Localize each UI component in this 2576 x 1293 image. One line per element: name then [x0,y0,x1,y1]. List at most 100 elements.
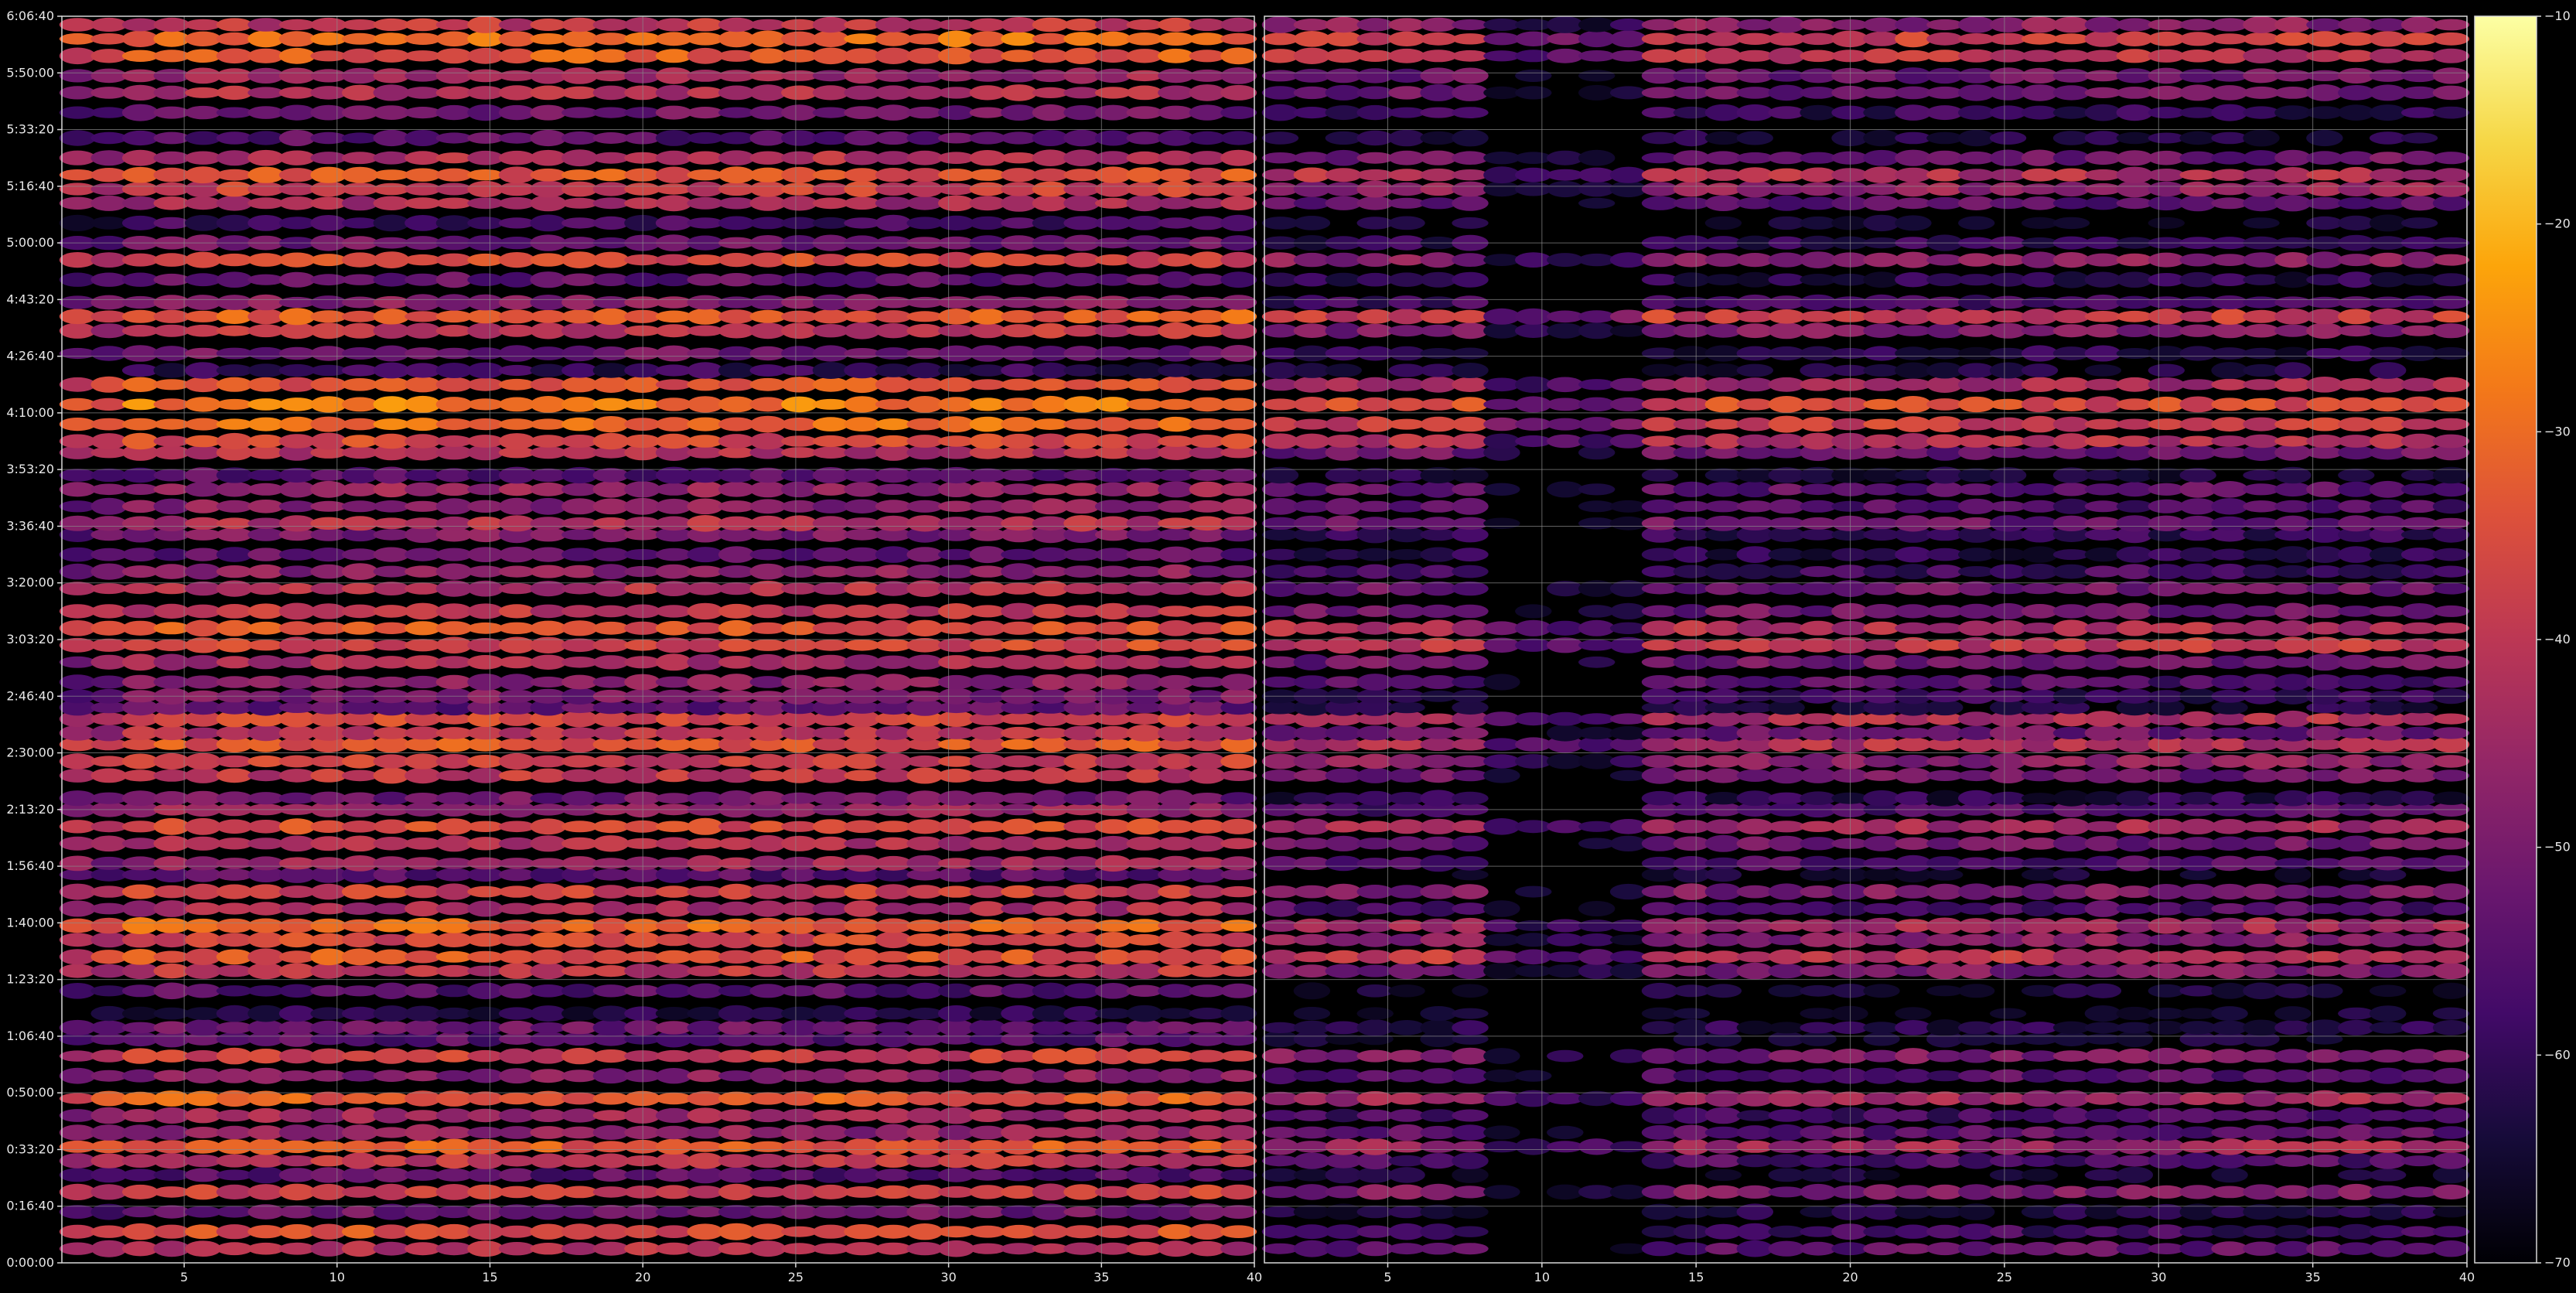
heatmap-cell [844,769,881,782]
heatmap-cell [624,1155,661,1167]
heatmap-cell [1189,582,1226,596]
heatmap-cell [2243,639,2280,651]
heatmap-cell [1261,820,1299,834]
heatmap-cell [2116,1166,2153,1184]
heatmap-cell [2306,1019,2343,1036]
heatmap-cell [938,87,974,99]
heatmap-cell [1768,655,1805,669]
heatmap-cell [655,150,692,165]
heatmap-cell [1863,582,1900,595]
heatmap-cell [1420,1109,1457,1122]
heatmap-cell [1736,752,1773,770]
heatmap-cell [749,964,786,977]
heatmap-cell [1800,1168,1837,1182]
heatmap-cell [2306,739,2343,750]
heatmap-cell [1388,753,1425,769]
heatmap-cell [687,1070,724,1083]
heatmap-cell [310,295,347,309]
heatmap-cell [2052,790,2090,807]
heatmap-cell [2179,767,2216,783]
heatmap-cell [687,885,724,898]
heatmap-cell [2243,517,2280,530]
heatmap-cell [2021,196,2059,210]
y-tick-label: 3:53:20 [6,462,54,476]
heatmap-cell [1325,322,1363,339]
heatmap-cell [906,196,943,210]
heatmap-cell [435,818,473,835]
heatmap-cell [1001,1049,1038,1063]
heatmap-cell [1578,933,1616,947]
heatmap-cell [655,215,692,231]
heatmap-cell [875,1168,912,1182]
heatmap-cell [530,1022,567,1033]
heatmap-cell [1220,182,1257,196]
heatmap-cell [1388,1020,1425,1035]
heatmap-cell [1863,675,1900,689]
heatmap-cell [498,1242,535,1256]
heatmap-cell [404,565,442,578]
heatmap-cell [624,418,661,431]
heatmap-cell [1388,1069,1425,1083]
heatmap-cell [2274,565,2312,578]
heatmap-cell [1158,196,1195,210]
heatmap-cell [2211,498,2248,515]
heatmap-cell [1158,753,1195,769]
heatmap-cell [875,790,912,807]
heatmap-cell [1831,1242,1868,1256]
heatmap-cell [1032,149,1069,166]
heatmap-cell [59,753,96,769]
heatmap-cell [687,417,724,432]
heatmap-cell [1863,195,1900,211]
heatmap-cell [2211,755,2248,768]
heatmap-cell [718,1167,755,1183]
heatmap-cell [2306,933,2343,946]
heatmap-cell [1863,621,1900,635]
heatmap-cell [875,347,912,360]
heatmap-cell [2306,604,2343,619]
heatmap-cell [1293,856,1331,871]
heatmap-cell [2116,933,2153,947]
heatmap-cell [2274,397,2312,412]
heatmap-cell [90,950,128,964]
heatmap-cell [342,1006,378,1021]
heatmap-cell [1831,378,1868,391]
heatmap-cell [1126,725,1163,742]
heatmap-cell [435,215,473,231]
heatmap-cell [592,197,629,210]
heatmap-cell [216,1032,253,1046]
heatmap-cell [498,1168,535,1182]
heatmap-cell [1800,1183,1837,1200]
heatmap-cell [530,902,567,915]
heatmap-cell [844,640,881,651]
heatmap-cell [938,638,974,653]
heatmap-cell [655,1168,692,1182]
heatmap-cell [718,546,755,563]
heatmap-cell [2148,1185,2185,1199]
heatmap-cell [435,363,473,378]
y-tick-label: 0:33:20 [6,1141,54,1156]
heatmap-cell [749,639,786,651]
heatmap-cell [1293,885,1331,899]
heatmap-cell [1420,790,1457,807]
heatmap-cell [1831,1021,1868,1035]
heatmap-cell [1063,582,1100,595]
heatmap-cell [1989,398,2027,411]
heatmap-cell [687,1240,724,1257]
heatmap-cell [1158,345,1195,362]
heatmap-cell [373,1021,410,1035]
heatmap-cell [247,363,285,377]
heatmap-cell [2306,1049,2343,1063]
heatmap-cell [1547,711,1584,726]
heatmap-cell [812,1224,849,1239]
heatmap-cell [121,1241,159,1257]
heatmap-cell [938,397,974,412]
heatmap-cell [1189,49,1226,63]
heatmap-cell [906,68,943,83]
heatmap-cell [216,1242,253,1256]
heatmap-cell [1831,252,1868,268]
heatmap-cell [1704,216,1742,230]
heatmap-cell [906,1184,943,1199]
heatmap-cell [1547,253,1584,268]
heatmap-cell [1958,1049,1995,1063]
y-tick-label: 3:20:00 [6,575,54,590]
